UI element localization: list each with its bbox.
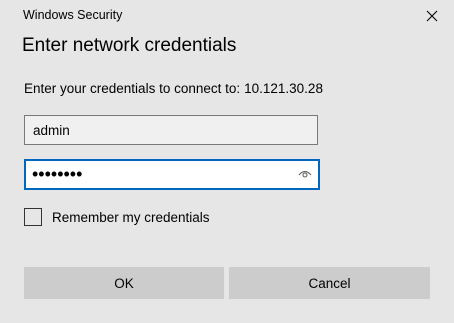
remember-credentials[interactable]: Remember my credentials [24,208,210,226]
eye-icon [298,171,312,178]
remember-checkbox[interactable] [24,208,42,226]
window-title: Windows Security [23,8,123,22]
username-field[interactable] [24,115,318,145]
connect-prompt: Enter your credentials to connect to: 10.… [24,81,323,96]
close-button[interactable] [419,3,445,29]
cancel-button[interactable]: Cancel [229,267,430,299]
remember-label: Remember my credentials [52,209,210,225]
reveal-password-button[interactable] [297,167,313,181]
host-address: 10.121.30.28 [244,81,323,96]
prompt-label: Enter your credentials to connect to: [24,81,241,96]
dialog-heading: Enter network credentials [22,35,237,56]
password-field-wrapper [24,159,320,190]
password-field[interactable] [24,159,320,190]
credentials-dialog: Windows Security Enter network credentia… [0,0,454,323]
close-icon [426,10,438,22]
ok-button[interactable]: OK [24,267,224,299]
